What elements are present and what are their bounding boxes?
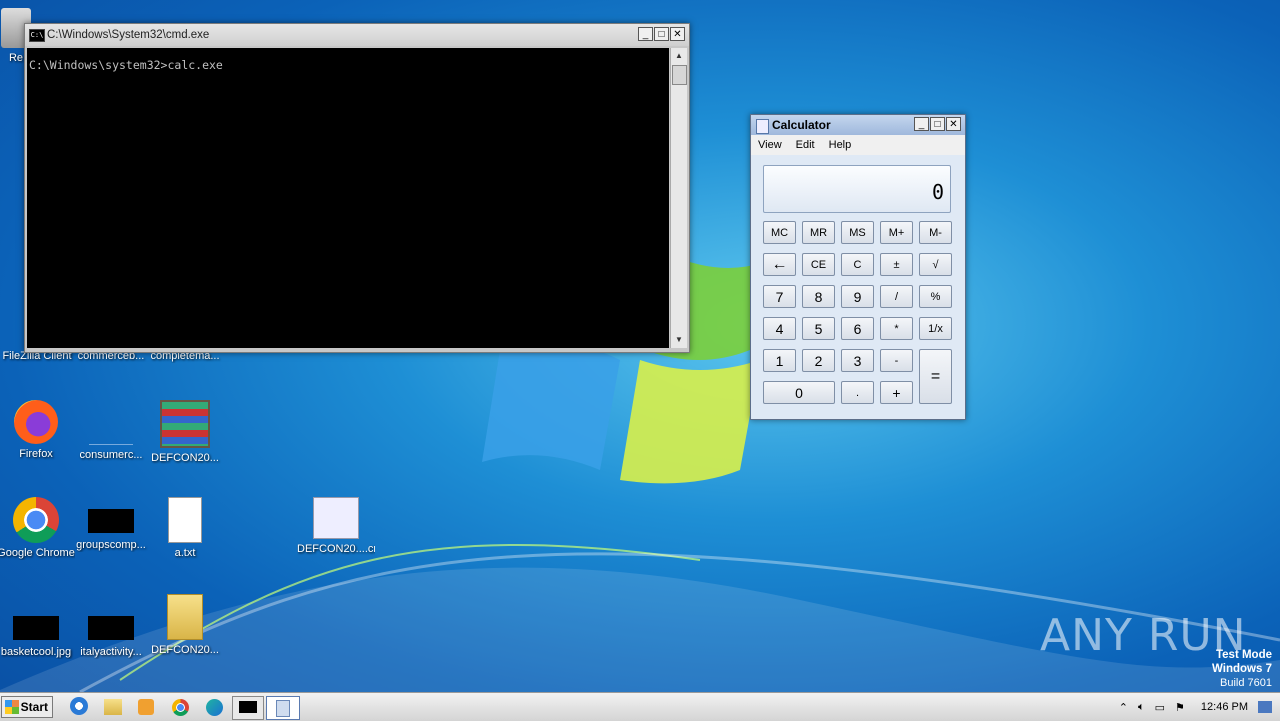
digit-9-button[interactable]: 9	[841, 285, 874, 308]
desktop-icon-groupscomp[interactable]: groupscomp...	[72, 497, 150, 552]
digit-0-button[interactable]: 0	[763, 381, 835, 404]
clock[interactable]: 12:46 PM	[1201, 701, 1248, 713]
calculator-icon	[756, 119, 769, 134]
calculator-window[interactable]: Calculator _ □ ✕ View Edit Help 0 MC MR …	[750, 114, 966, 420]
calculator-taskbar-button[interactable]	[266, 696, 300, 720]
subtract-button[interactable]: -	[880, 349, 913, 372]
gear-file-icon	[313, 497, 359, 539]
digit-3-button[interactable]: 3	[841, 349, 874, 372]
cmd-title-bar[interactable]: C:\ C:\Windows\System32\cmd.exe _ □ ✕	[25, 24, 689, 46]
calculator-taskbar-icon	[276, 700, 290, 717]
m-minus-button[interactable]: M-	[919, 221, 952, 244]
desktop-icon-defcon-folder[interactable]: DEFCON20...	[146, 594, 224, 657]
cmd-window[interactable]: C:\ C:\Windows\System32\cmd.exe _ □ ✕ C:…	[24, 23, 690, 353]
desktop-icon-chrome[interactable]: Google Chrome	[0, 497, 75, 560]
calc-menu-bar: View Edit Help	[751, 135, 965, 155]
minimize-button[interactable]: _	[914, 117, 929, 131]
ce-button[interactable]: CE	[802, 253, 835, 276]
plus-minus-button[interactable]: ±	[880, 253, 913, 276]
minimize-button[interactable]: _	[638, 27, 653, 41]
sqrt-button[interactable]: √	[919, 253, 952, 276]
calc-title-bar[interactable]: Calculator _ □ ✕	[751, 115, 965, 135]
action-center-flag-icon[interactable]: ⚑	[1175, 701, 1185, 714]
divide-button[interactable]: /	[880, 285, 913, 308]
desktop-icon-firefox[interactable]: Firefox	[0, 400, 75, 461]
scroll-up-icon[interactable]: ▲	[671, 48, 687, 64]
maximize-button[interactable]: □	[930, 117, 945, 131]
digit-8-button[interactable]: 8	[802, 285, 835, 308]
desktop-icon-consumerc[interactable]: consumerc...	[72, 400, 150, 462]
multiply-button[interactable]: *	[880, 317, 913, 340]
digit-7-button[interactable]: 7	[763, 285, 796, 308]
text-file-icon	[168, 497, 202, 543]
cmd-taskbar-icon	[239, 701, 257, 713]
maximize-button[interactable]: □	[654, 27, 669, 41]
digit-5-button[interactable]: 5	[802, 317, 835, 340]
mc-button[interactable]: MC	[763, 221, 796, 244]
percent-button[interactable]: %	[919, 285, 952, 308]
cmd-taskbar-button[interactable]	[232, 696, 264, 720]
desktop-icon-defcon-rar[interactable]: DEFCON20...	[146, 400, 224, 465]
scroll-thumb[interactable]	[672, 65, 687, 85]
desktop-icon-italyactivity[interactable]: italyactivity...	[72, 604, 150, 659]
ie-icon[interactable]	[70, 697, 88, 715]
menu-view[interactable]: View	[758, 139, 782, 151]
m-plus-button[interactable]: M+	[880, 221, 913, 244]
digit-1-button[interactable]: 1	[763, 349, 796, 372]
close-button[interactable]: ✕	[670, 27, 685, 41]
cmd-icon: C:\	[29, 29, 45, 42]
add-button[interactable]: +	[880, 381, 913, 404]
close-button[interactable]: ✕	[946, 117, 961, 131]
c-button[interactable]: C	[841, 253, 874, 276]
windows-logo-icon	[5, 700, 19, 714]
menu-help[interactable]: Help	[829, 139, 852, 151]
system-tray: ⌃ 🔈︎ ▭ ⚑ 12:46 PM	[1119, 693, 1280, 721]
folder-icon	[167, 594, 203, 640]
display-value: 0	[931, 180, 944, 204]
firefox-icon	[14, 400, 58, 444]
explorer-folder-icon[interactable]	[104, 699, 122, 715]
scroll-down-icon[interactable]: ▼	[671, 332, 687, 348]
taskbar: Start ⌃ 🔈︎ ▭ ⚑ 12:46 PM	[0, 692, 1280, 721]
digit-4-button[interactable]: 4	[763, 317, 796, 340]
decimal-button[interactable]: .	[841, 381, 874, 404]
mr-button[interactable]: MR	[802, 221, 835, 244]
console-output[interactable]: C:\Windows\system32>calc.exe	[27, 48, 669, 348]
test-mode-watermark: Test Mode Windows 7 Build 7601	[1212, 649, 1272, 689]
desktop-icon-atxt[interactable]: a.txt	[146, 497, 224, 560]
edge-icon[interactable]	[206, 699, 223, 716]
backspace-button[interactable]: ←	[763, 253, 796, 276]
start-button[interactable]: Start	[1, 696, 53, 718]
cmd-title: C:\Windows\System32\cmd.exe	[47, 29, 210, 41]
winrar-icon	[160, 400, 210, 448]
show-desktop-icon[interactable]	[1258, 701, 1272, 713]
ms-button[interactable]: MS	[841, 221, 874, 244]
cmd-scrollbar[interactable]: ▲ ▼	[670, 48, 687, 348]
chrome-taskbar-icon[interactable]	[172, 699, 189, 716]
media-player-icon[interactable]	[138, 699, 154, 715]
menu-edit[interactable]: Edit	[796, 139, 815, 151]
digit-2-button[interactable]: 2	[802, 349, 835, 372]
desktop-icon-basketcool[interactable]: basketcool.jpg	[0, 604, 75, 659]
calc-display: 0	[763, 165, 951, 213]
network-icon[interactable]: ▭	[1155, 701, 1165, 714]
digit-6-button[interactable]: 6	[841, 317, 874, 340]
console-line: C:\Windows\system32>calc.exe	[29, 58, 223, 72]
desktop-icon-defcon-cmd[interactable]: DEFCON20....cmd	[297, 497, 375, 556]
equals-button[interactable]: =	[919, 349, 952, 404]
chrome-icon	[13, 497, 59, 543]
reciprocal-button[interactable]: 1/x	[919, 317, 952, 340]
calc-title: Calculator	[772, 118, 831, 132]
show-hidden-icons-icon[interactable]: ⌃	[1119, 701, 1128, 714]
volume-icon[interactable]: 🔈︎	[1138, 701, 1145, 714]
